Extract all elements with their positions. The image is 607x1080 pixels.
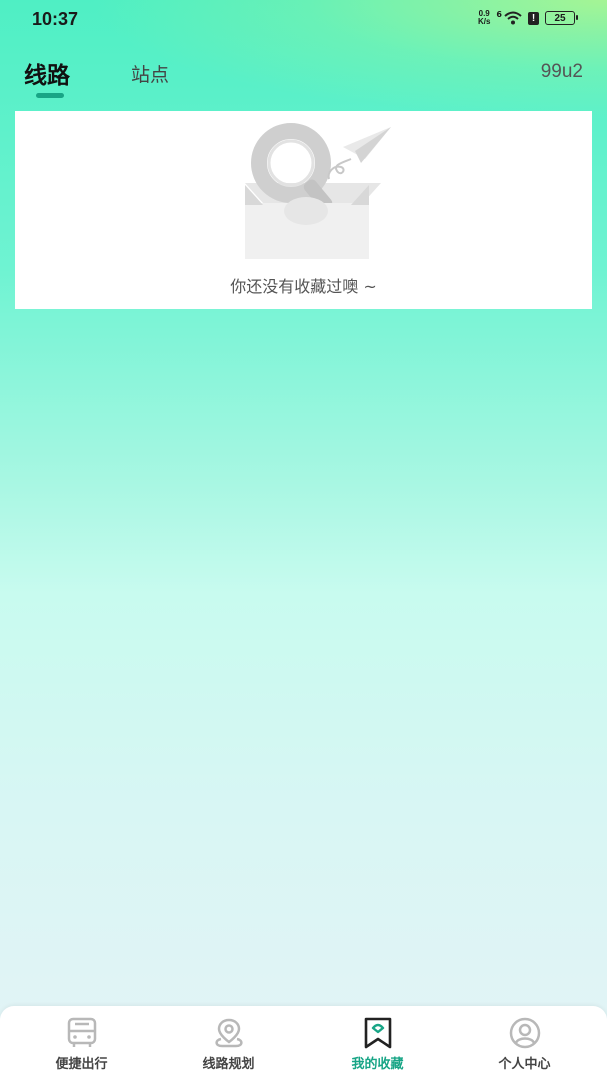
nav-label-travel: 便捷出行 xyxy=(55,1057,108,1072)
nav-label-profile: 个人中心 xyxy=(498,1057,551,1072)
status-bar: 10:37 0.9 K/s 6 ! 25 xyxy=(0,0,607,40)
bottom-nav: 便捷出行 线路规划 我的收藏 个人中心 xyxy=(0,1006,607,1080)
nav-item-favorites[interactable]: 我的收藏 xyxy=(302,1006,453,1080)
signal-label: 6 xyxy=(496,10,502,19)
header-extra-text: 99u2 xyxy=(540,61,583,82)
net-speed-unit: K/s xyxy=(477,17,491,26)
nav-item-route-planning[interactable]: 线路规划 xyxy=(153,1006,304,1080)
empty-box-icon xyxy=(245,123,391,259)
favorites-card: 你还没有收藏过噢 ~ xyxy=(15,111,592,309)
wifi-icon xyxy=(504,11,522,25)
empty-message: 你还没有收藏过噢 ~ xyxy=(230,277,377,296)
net-speed: 0.9 K/s xyxy=(478,10,490,26)
nav-item-profile[interactable]: 个人中心 xyxy=(449,1006,600,1080)
bus-icon xyxy=(67,1017,97,1047)
user-icon xyxy=(509,1017,541,1049)
battery-level: 25 xyxy=(554,12,566,24)
status-icons: 0.9 K/s 6 ! 25 xyxy=(478,10,578,26)
bookmark-icon xyxy=(364,1017,392,1049)
tab-indicator xyxy=(36,93,64,98)
tab-routes[interactable]: 线路 xyxy=(24,56,70,90)
tab-stations[interactable]: 站点 xyxy=(131,60,169,87)
tab-bar: 线路 站点 99u2 xyxy=(0,52,607,102)
alert-icon: ! xyxy=(528,11,539,25)
battery-icon: 25 xyxy=(545,11,578,25)
map-pin-icon xyxy=(215,1018,243,1048)
nav-label-route-planning: 线路规划 xyxy=(202,1057,255,1072)
nav-item-travel[interactable]: 便捷出行 xyxy=(6,1006,157,1080)
status-time: 10:37 xyxy=(32,9,79,29)
nav-label-favorites: 我的收藏 xyxy=(351,1057,404,1072)
